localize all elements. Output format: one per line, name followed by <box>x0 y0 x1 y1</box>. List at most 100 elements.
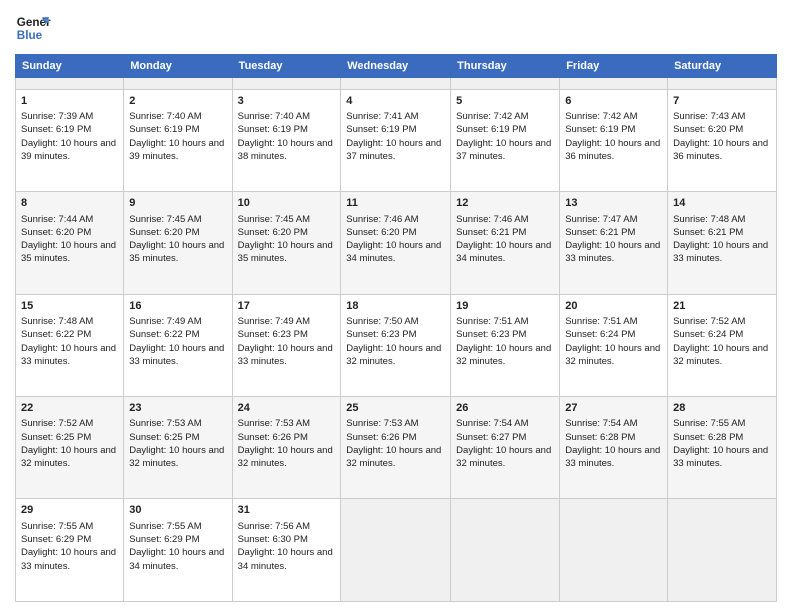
daylight-text: Daylight: 10 hours and 32 minutes. <box>565 342 662 369</box>
sunrise-text: Sunrise: 7:45 AM <box>129 213 226 226</box>
daylight-text: Daylight: 10 hours and 35 minutes. <box>129 239 226 266</box>
daylight-text: Daylight: 10 hours and 38 minutes. <box>238 137 336 164</box>
sunrise-text: Sunrise: 7:39 AM <box>21 110 118 123</box>
day-number: 12 <box>456 196 554 211</box>
daylight-text: Daylight: 10 hours and 34 minutes. <box>238 546 336 573</box>
sunset-text: Sunset: 6:23 PM <box>238 328 336 341</box>
sunrise-text: Sunrise: 7:55 AM <box>129 520 226 533</box>
daylight-text: Daylight: 10 hours and 36 minutes. <box>673 137 771 164</box>
day-header-thursday: Thursday <box>451 55 560 78</box>
sunrise-text: Sunrise: 7:41 AM <box>346 110 445 123</box>
calendar-cell: 27Sunrise: 7:54 AMSunset: 6:28 PMDayligh… <box>560 397 668 499</box>
sunset-text: Sunset: 6:22 PM <box>21 328 118 341</box>
header: General Blue <box>15 10 777 46</box>
page: General Blue SundayMondayTuesdayWednesda… <box>0 0 792 612</box>
sunset-text: Sunset: 6:19 PM <box>21 123 118 136</box>
day-number: 28 <box>673 401 771 416</box>
logo: General Blue <box>15 10 51 46</box>
day-number: 10 <box>238 196 336 211</box>
sunset-text: Sunset: 6:30 PM <box>238 533 336 546</box>
calendar-cell <box>124 78 232 90</box>
day-number: 3 <box>238 94 336 109</box>
day-number: 31 <box>238 503 336 518</box>
calendar-cell <box>341 499 451 602</box>
calendar-cell <box>232 78 341 90</box>
day-number: 21 <box>673 299 771 314</box>
calendar-week-row: 8Sunrise: 7:44 AMSunset: 6:20 PMDaylight… <box>16 192 777 294</box>
sunset-text: Sunset: 6:26 PM <box>238 431 336 444</box>
calendar-cell <box>451 499 560 602</box>
daylight-text: Daylight: 10 hours and 32 minutes. <box>21 444 118 471</box>
sunrise-text: Sunrise: 7:52 AM <box>673 315 771 328</box>
day-header-tuesday: Tuesday <box>232 55 341 78</box>
daylight-text: Daylight: 10 hours and 33 minutes. <box>673 444 771 471</box>
calendar-cell: 3Sunrise: 7:40 AMSunset: 6:19 PMDaylight… <box>232 89 341 191</box>
day-number: 2 <box>129 94 226 109</box>
daylight-text: Daylight: 10 hours and 32 minutes. <box>346 444 445 471</box>
calendar-cell: 17Sunrise: 7:49 AMSunset: 6:23 PMDayligh… <box>232 294 341 396</box>
sunset-text: Sunset: 6:19 PM <box>346 123 445 136</box>
daylight-text: Daylight: 10 hours and 32 minutes. <box>456 342 554 369</box>
calendar-cell <box>668 78 777 90</box>
daylight-text: Daylight: 10 hours and 32 minutes. <box>456 444 554 471</box>
sunset-text: Sunset: 6:20 PM <box>346 226 445 239</box>
sunrise-text: Sunrise: 7:44 AM <box>21 213 118 226</box>
svg-text:Blue: Blue <box>17 29 43 42</box>
day-number: 1 <box>21 94 118 109</box>
sunset-text: Sunset: 6:24 PM <box>673 328 771 341</box>
calendar-cell <box>560 78 668 90</box>
day-header-friday: Friday <box>560 55 668 78</box>
day-number: 20 <box>565 299 662 314</box>
sunrise-text: Sunrise: 7:48 AM <box>673 213 771 226</box>
sunrise-text: Sunrise: 7:54 AM <box>565 417 662 430</box>
day-number: 11 <box>346 196 445 211</box>
sunset-text: Sunset: 6:20 PM <box>21 226 118 239</box>
sunset-text: Sunset: 6:27 PM <box>456 431 554 444</box>
sunset-text: Sunset: 6:28 PM <box>673 431 771 444</box>
daylight-text: Daylight: 10 hours and 34 minutes. <box>346 239 445 266</box>
day-number: 26 <box>456 401 554 416</box>
calendar-cell: 14Sunrise: 7:48 AMSunset: 6:21 PMDayligh… <box>668 192 777 294</box>
calendar-cell: 11Sunrise: 7:46 AMSunset: 6:20 PMDayligh… <box>341 192 451 294</box>
calendar-week-row <box>16 78 777 90</box>
sunset-text: Sunset: 6:25 PM <box>129 431 226 444</box>
calendar-cell: 12Sunrise: 7:46 AMSunset: 6:21 PMDayligh… <box>451 192 560 294</box>
calendar-cell: 23Sunrise: 7:53 AMSunset: 6:25 PMDayligh… <box>124 397 232 499</box>
sunrise-text: Sunrise: 7:53 AM <box>346 417 445 430</box>
day-number: 5 <box>456 94 554 109</box>
day-number: 13 <box>565 196 662 211</box>
day-number: 8 <box>21 196 118 211</box>
day-number: 16 <box>129 299 226 314</box>
sunset-text: Sunset: 6:19 PM <box>238 123 336 136</box>
daylight-text: Daylight: 10 hours and 36 minutes. <box>565 137 662 164</box>
calendar-cell: 10Sunrise: 7:45 AMSunset: 6:20 PMDayligh… <box>232 192 341 294</box>
daylight-text: Daylight: 10 hours and 32 minutes. <box>346 342 445 369</box>
day-number: 23 <box>129 401 226 416</box>
day-header-monday: Monday <box>124 55 232 78</box>
daylight-text: Daylight: 10 hours and 37 minutes. <box>456 137 554 164</box>
sunset-text: Sunset: 6:21 PM <box>565 226 662 239</box>
sunrise-text: Sunrise: 7:53 AM <box>238 417 336 430</box>
sunrise-text: Sunrise: 7:46 AM <box>456 213 554 226</box>
sunrise-text: Sunrise: 7:47 AM <box>565 213 662 226</box>
calendar-cell: 29Sunrise: 7:55 AMSunset: 6:29 PMDayligh… <box>16 499 124 602</box>
daylight-text: Daylight: 10 hours and 33 minutes. <box>21 342 118 369</box>
daylight-text: Daylight: 10 hours and 35 minutes. <box>238 239 336 266</box>
calendar-cell: 31Sunrise: 7:56 AMSunset: 6:30 PMDayligh… <box>232 499 341 602</box>
sunrise-text: Sunrise: 7:49 AM <box>129 315 226 328</box>
sunset-text: Sunset: 6:21 PM <box>673 226 771 239</box>
calendar-cell: 7Sunrise: 7:43 AMSunset: 6:20 PMDaylight… <box>668 89 777 191</box>
sunrise-text: Sunrise: 7:42 AM <box>565 110 662 123</box>
calendar-cell <box>668 499 777 602</box>
logo-icon: General Blue <box>15 10 51 46</box>
sunrise-text: Sunrise: 7:55 AM <box>673 417 771 430</box>
calendar-header-row: SundayMondayTuesdayWednesdayThursdayFrid… <box>16 55 777 78</box>
calendar-cell: 24Sunrise: 7:53 AMSunset: 6:26 PMDayligh… <box>232 397 341 499</box>
day-number: 30 <box>129 503 226 518</box>
calendar-week-row: 29Sunrise: 7:55 AMSunset: 6:29 PMDayligh… <box>16 499 777 602</box>
daylight-text: Daylight: 10 hours and 33 minutes. <box>565 444 662 471</box>
sunset-text: Sunset: 6:28 PM <box>565 431 662 444</box>
daylight-text: Daylight: 10 hours and 35 minutes. <box>21 239 118 266</box>
day-number: 29 <box>21 503 118 518</box>
sunrise-text: Sunrise: 7:50 AM <box>346 315 445 328</box>
